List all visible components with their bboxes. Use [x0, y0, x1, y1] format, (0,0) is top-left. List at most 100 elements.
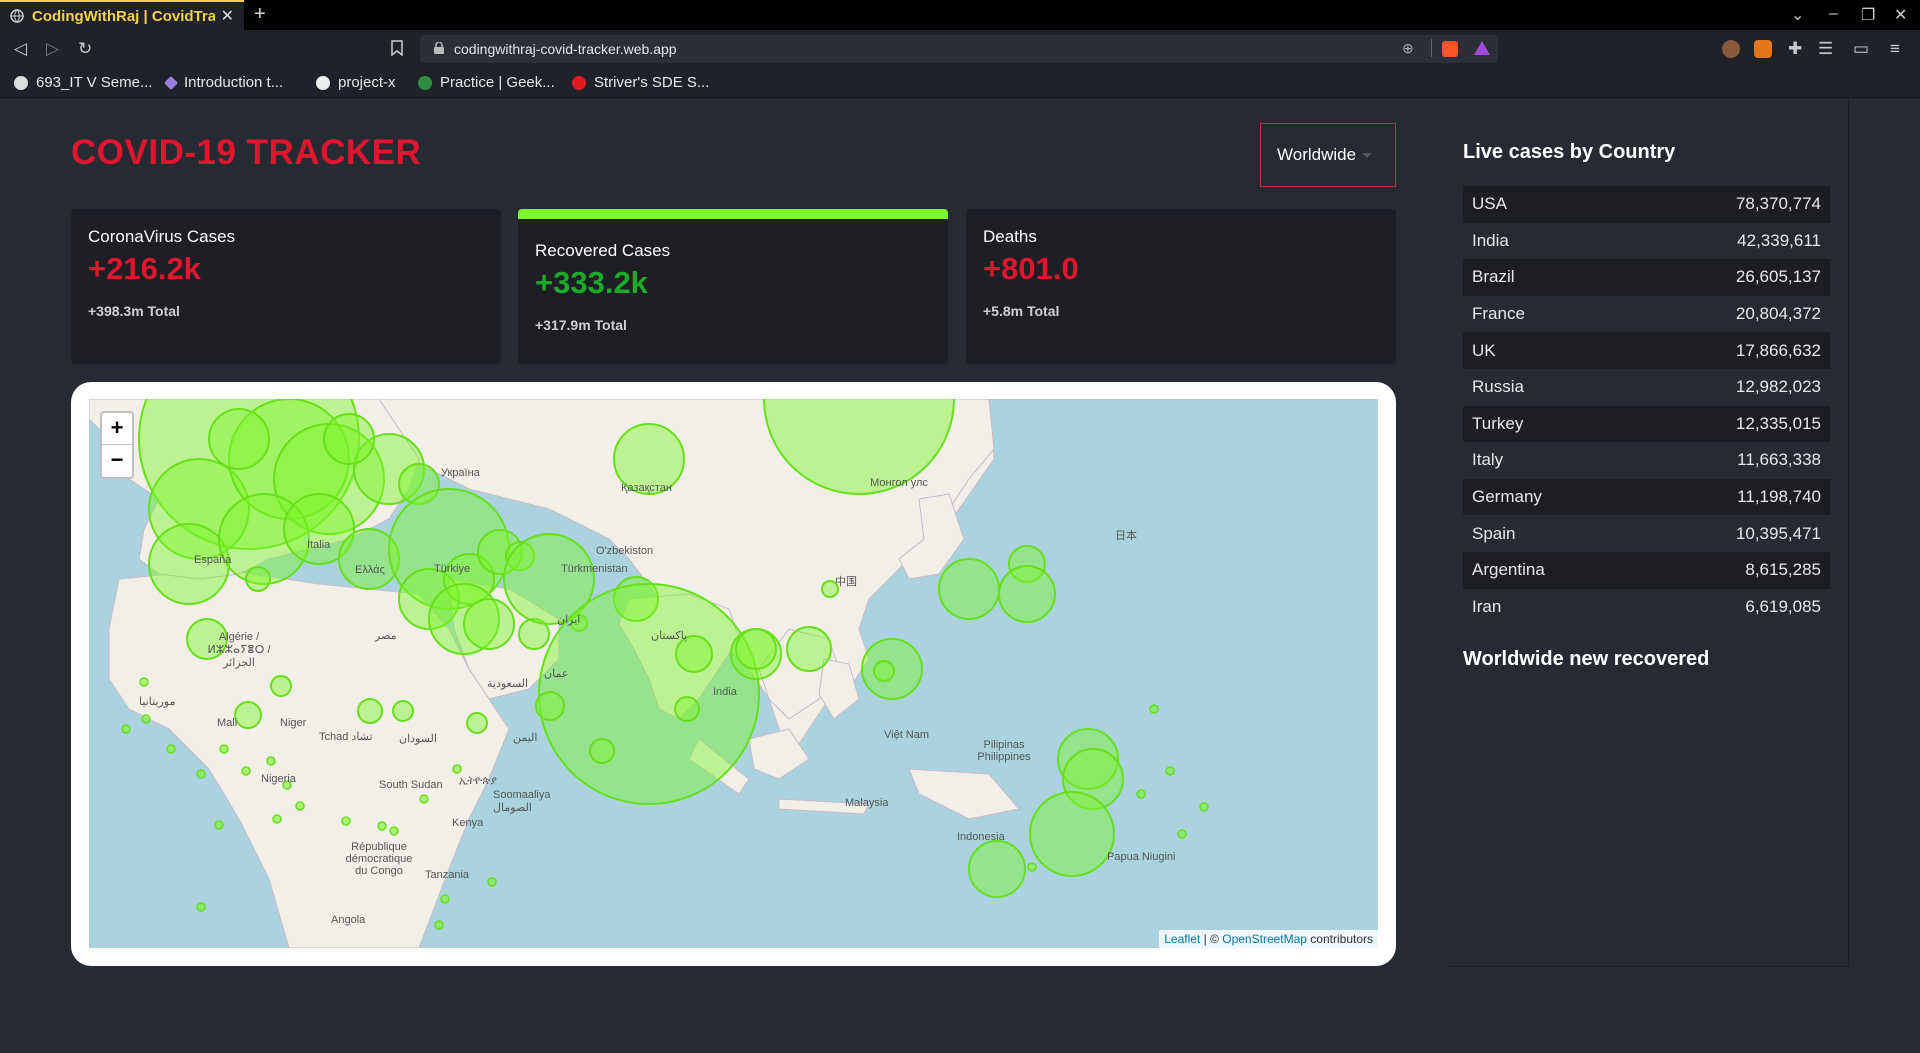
case-marker[interactable]: [1136, 789, 1146, 799]
case-marker[interactable]: [234, 701, 262, 729]
country-name: Germany: [1472, 487, 1542, 507]
worldwide-recovered-title: Worldwide new recovered: [1463, 648, 1710, 670]
case-marker[interactable]: [535, 691, 565, 721]
case-marker[interactable]: [270, 675, 292, 697]
map-label: پاکستان: [651, 630, 688, 642]
case-marker[interactable]: [219, 744, 229, 754]
bookmark-item[interactable]: 693_IT V Seme...: [14, 74, 152, 91]
globe-icon: [10, 9, 24, 23]
case-marker[interactable]: [1029, 791, 1115, 877]
address-bar[interactable]: codingwithraj-covid-tracker.web.app ⊕: [420, 35, 1498, 63]
metamask-icon[interactable]: [1754, 40, 1772, 58]
wallet-icon[interactable]: ▭: [1853, 39, 1869, 59]
forward-icon[interactable]: ▷: [46, 39, 59, 59]
case-marker[interactable]: [214, 820, 224, 830]
back-icon[interactable]: ◁: [14, 39, 27, 59]
case-marker[interactable]: [466, 712, 488, 734]
country-cases: 17,866,632: [1735, 340, 1821, 360]
bookmark-item[interactable]: Striver's SDE S...: [572, 74, 709, 91]
case-marker[interactable]: [968, 840, 1026, 898]
table-row: Brazil 26,605,137: [1463, 259, 1830, 296]
case-marker[interactable]: [998, 565, 1056, 623]
osm-link[interactable]: OpenStreetMap: [1222, 932, 1307, 946]
case-marker[interactable]: [323, 413, 375, 465]
case-marker[interactable]: [241, 766, 251, 776]
case-marker[interactable]: [434, 920, 444, 930]
case-marker[interactable]: [377, 821, 387, 831]
zoom-in-button[interactable]: +: [102, 413, 132, 445]
country-select[interactable]: Worldwide: [1260, 123, 1396, 187]
close-window-icon[interactable]: ✕: [1894, 5, 1907, 25]
brave-rewards-icon[interactable]: [1474, 41, 1490, 55]
case-marker[interactable]: [392, 700, 414, 722]
case-marker[interactable]: [245, 566, 271, 592]
case-marker[interactable]: [196, 902, 206, 912]
case-marker[interactable]: [208, 408, 270, 470]
case-marker[interactable]: [272, 814, 282, 824]
playlist-icon[interactable]: ☰: [1818, 39, 1833, 59]
browser-tab[interactable]: CodingWithRaj | CovidTracker ✕: [0, 0, 244, 30]
brave-shield-icon[interactable]: [1442, 41, 1458, 57]
bookmark-item[interactable]: project-x: [316, 74, 396, 91]
bookmark-item[interactable]: Practice | Geek...: [418, 74, 555, 91]
puzzle-icon[interactable]: ✚: [1788, 39, 1802, 59]
bookmark-item[interactable]: Introduction t...: [163, 74, 283, 91]
bookmark-page-icon[interactable]: [391, 40, 403, 56]
map-zoom-control: + −: [100, 411, 134, 479]
country-cases: 12,982,023: [1735, 377, 1821, 397]
lock-icon: [434, 42, 444, 54]
case-marker[interactable]: [196, 769, 206, 779]
map-label: Pilipinas Philippines: [977, 739, 1031, 763]
case-marker[interactable]: [589, 738, 615, 764]
deaths-card[interactable]: Deaths +801.0 +5.8m Total: [966, 209, 1396, 364]
case-marker[interactable]: [440, 894, 450, 904]
case-marker[interactable]: [295, 801, 305, 811]
extension-avatar-icon[interactable]: [1722, 40, 1740, 58]
close-tab-icon[interactable]: ✕: [221, 6, 234, 26]
restore-icon[interactable]: ❐: [1861, 5, 1875, 25]
case-marker[interactable]: [266, 756, 276, 766]
case-marker[interactable]: [139, 677, 149, 687]
zoom-icon[interactable]: ⊕: [1402, 40, 1414, 57]
case-marker[interactable]: [674, 696, 700, 722]
case-marker[interactable]: [463, 598, 515, 650]
case-marker[interactable]: [166, 744, 176, 754]
country-name: Turkey: [1472, 413, 1524, 433]
leaflet-link[interactable]: Leaflet: [1164, 932, 1200, 946]
case-marker[interactable]: [141, 714, 151, 724]
world-map[interactable]: Україна Қазақстан Монгол улс España Türk…: [89, 399, 1378, 948]
cases-card[interactable]: CoronaVirus Cases +216.2k +398.3m Total: [71, 209, 501, 364]
map-label: Türkmenistan: [561, 563, 628, 575]
new-tab-icon[interactable]: +: [254, 3, 266, 26]
case-marker[interactable]: [357, 698, 383, 724]
case-marker[interactable]: [1165, 766, 1175, 776]
country-cases: 8,615,285: [1745, 560, 1821, 580]
link-icon: [14, 75, 28, 90]
case-marker[interactable]: [735, 628, 777, 670]
map-label: Algérie / ⵍⵣⵣⴰⵢⴻⵔ / الجزائر: [207, 631, 271, 669]
card-total: +398.3m Total: [88, 303, 180, 319]
case-marker[interactable]: [419, 794, 429, 804]
case-marker[interactable]: [1027, 862, 1037, 872]
minimize-icon[interactable]: –: [1829, 5, 1838, 23]
card-label: Recovered Cases: [535, 241, 671, 260]
case-marker[interactable]: [389, 826, 399, 836]
recovered-card[interactable]: Recovered Cases +333.2k +317.9m Total: [518, 209, 948, 364]
case-marker[interactable]: [1177, 829, 1187, 839]
case-marker[interactable]: [1149, 704, 1159, 714]
map-label: South Sudan: [379, 779, 443, 791]
chevron-down-icon[interactable]: ⌄: [1791, 5, 1804, 25]
case-marker[interactable]: [121, 724, 131, 734]
reload-icon[interactable]: ↻: [78, 39, 92, 59]
map-label: Việt Nam: [884, 729, 930, 741]
country-cases: 78,370,774: [1735, 194, 1821, 214]
case-marker[interactable]: [452, 764, 462, 774]
case-marker[interactable]: [786, 626, 832, 672]
zoom-out-button[interactable]: −: [102, 445, 132, 477]
case-marker[interactable]: [873, 660, 895, 682]
menu-icon[interactable]: ≡: [1890, 39, 1900, 59]
case-marker[interactable]: [341, 816, 351, 826]
case-marker[interactable]: [938, 558, 1000, 620]
case-marker[interactable]: [1199, 802, 1209, 812]
case-marker[interactable]: [487, 877, 497, 887]
